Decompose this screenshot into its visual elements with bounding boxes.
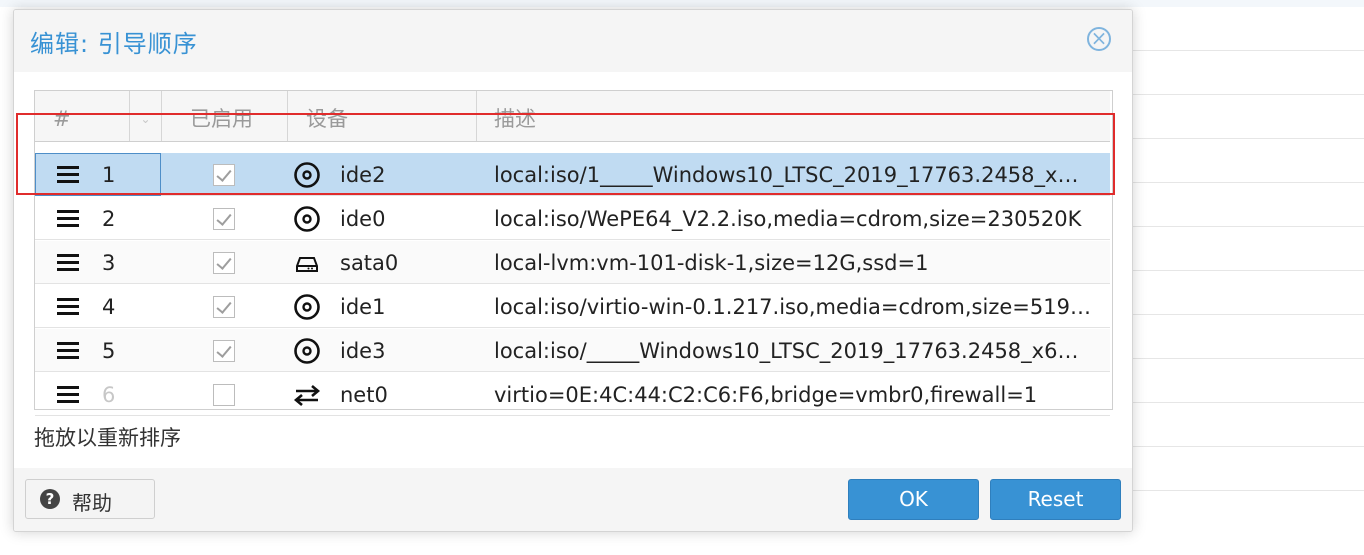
order-cell[interactable]: 2 [35,197,161,240]
order-number: 3 [102,251,116,275]
device-name: ide1 [340,295,386,319]
boot-device-row[interactable]: 4 ide1 local:iso/virtio-win-0.1.217.iso,… [35,285,1110,328]
cdrom-icon [294,206,320,232]
enabled-checkbox[interactable] [213,384,235,406]
order-cell[interactable]: 6 [35,373,161,416]
boot-device-row[interactable]: 1 ide2 local:iso/1_____Windows10_LTSC_20… [35,153,1110,196]
order-number: 5 [102,339,116,363]
ok-button[interactable]: OK [848,479,979,520]
enabled-checkbox[interactable] [213,208,235,230]
background-row-divider [1120,94,1364,95]
background-header-strip [0,0,1364,7]
background-row-divider [1120,50,1364,51]
background-row-divider [1120,182,1364,183]
order-number: 6 [102,383,116,407]
column-header-order[interactable]: # [35,91,130,141]
order-number: 4 [102,295,116,319]
order-number: 1 [102,163,116,187]
drag-handle-icon[interactable] [57,385,79,403]
enabled-checkbox[interactable] [213,340,235,362]
dialog-title: 编辑: 引导顺序 [30,30,198,58]
order-number: 2 [102,207,116,231]
column-header-description[interactable]: 描述 [477,91,1110,141]
device-name: ide3 [340,339,386,363]
boot-device-row[interactable]: 2 ide0 local:iso/WePE64_V2.2.iso,media=c… [35,197,1110,240]
background-row-divider [1120,446,1364,447]
drag-handle-icon[interactable] [57,209,79,227]
device-name: net0 [340,383,388,407]
boot-device-row[interactable]: 6 net0 virtio=0E:4C:44:C2:C6:F6,bridge=v… [35,373,1110,416]
background-row-divider [1120,490,1364,491]
drag-handle-icon[interactable] [57,297,79,315]
boot-order-dialog: 编辑: 引导顺序 × # ⌄ 已启用 设备 描述 1 ide2 local:is… [13,9,1133,532]
device-name: ide0 [340,207,386,231]
order-cell[interactable]: 4 [35,285,161,328]
enabled-checkbox[interactable] [213,164,235,186]
grid-header: # ⌄ 已启用 设备 描述 [35,91,1110,142]
background-row-divider [1120,314,1364,315]
device-description: local:iso/virtio-win-0.1.217.iso,media=c… [494,295,1094,319]
device-description: local-lvm:vm-101-disk-1,size=12G,ssd=1 [494,251,929,275]
device-description: local:iso/_____Windows10_LTSC_2019_17763… [494,339,1079,363]
cdrom-icon [294,338,320,364]
network-exchange-icon [293,385,321,406]
device-description: virtio=0E:4C:44:C2:C6:F6,bridge=vmbr0,fi… [494,383,1038,407]
enabled-checkbox[interactable] [213,296,235,318]
help-button-label: 帮助 [72,491,112,515]
device-description: local:iso/1_____Windows10_LTSC_2019_1776… [494,163,1079,187]
order-cell[interactable]: 1 [35,153,161,196]
question-circle-icon: ? [40,489,60,509]
column-header-device[interactable]: 设备 [288,91,477,141]
cdrom-icon [294,162,320,188]
drag-handle-icon[interactable] [57,253,79,271]
reset-button[interactable]: Reset [990,479,1121,520]
cdrom-icon [294,294,320,320]
boot-order-grid: # ⌄ 已启用 设备 描述 1 ide2 local:iso/1_____Win… [34,90,1113,416]
background-row-divider [1120,270,1364,271]
enabled-checkbox[interactable] [213,252,235,274]
device-name: ide2 [340,163,386,187]
boot-device-row[interactable]: 5 ide3 local:iso/_____Windows10_LTSC_201… [35,329,1110,372]
background-row-divider [1120,226,1364,227]
drag-handle-icon[interactable] [57,341,79,359]
column-header-enabled[interactable]: 已启用 [162,91,288,141]
background-row-divider [1120,402,1364,403]
reorder-hint: 拖放以重新排序 [34,426,181,450]
drag-handle-icon[interactable] [57,165,79,183]
dialog-footer: ? 帮助 OK Reset [14,468,1132,531]
help-button[interactable]: ? 帮助 [25,479,155,519]
device-name: sata0 [340,251,399,275]
order-cell[interactable]: 3 [35,241,161,284]
background-row-divider [1120,138,1364,139]
boot-device-row[interactable]: 3 sata0 local-lvm:vm-101-disk-1,size=12G… [35,241,1110,284]
column-menu-trigger[interactable]: ⌄ [130,91,162,141]
device-description: local:iso/WePE64_V2.2.iso,media=cdrom,si… [494,207,1082,231]
dialog-header: 编辑: 引导顺序 × [14,10,1132,72]
order-cell[interactable]: 5 [35,329,161,372]
background-row-divider [1120,358,1364,359]
close-icon[interactable]: × [1087,27,1111,51]
hdd-icon [296,257,318,272]
